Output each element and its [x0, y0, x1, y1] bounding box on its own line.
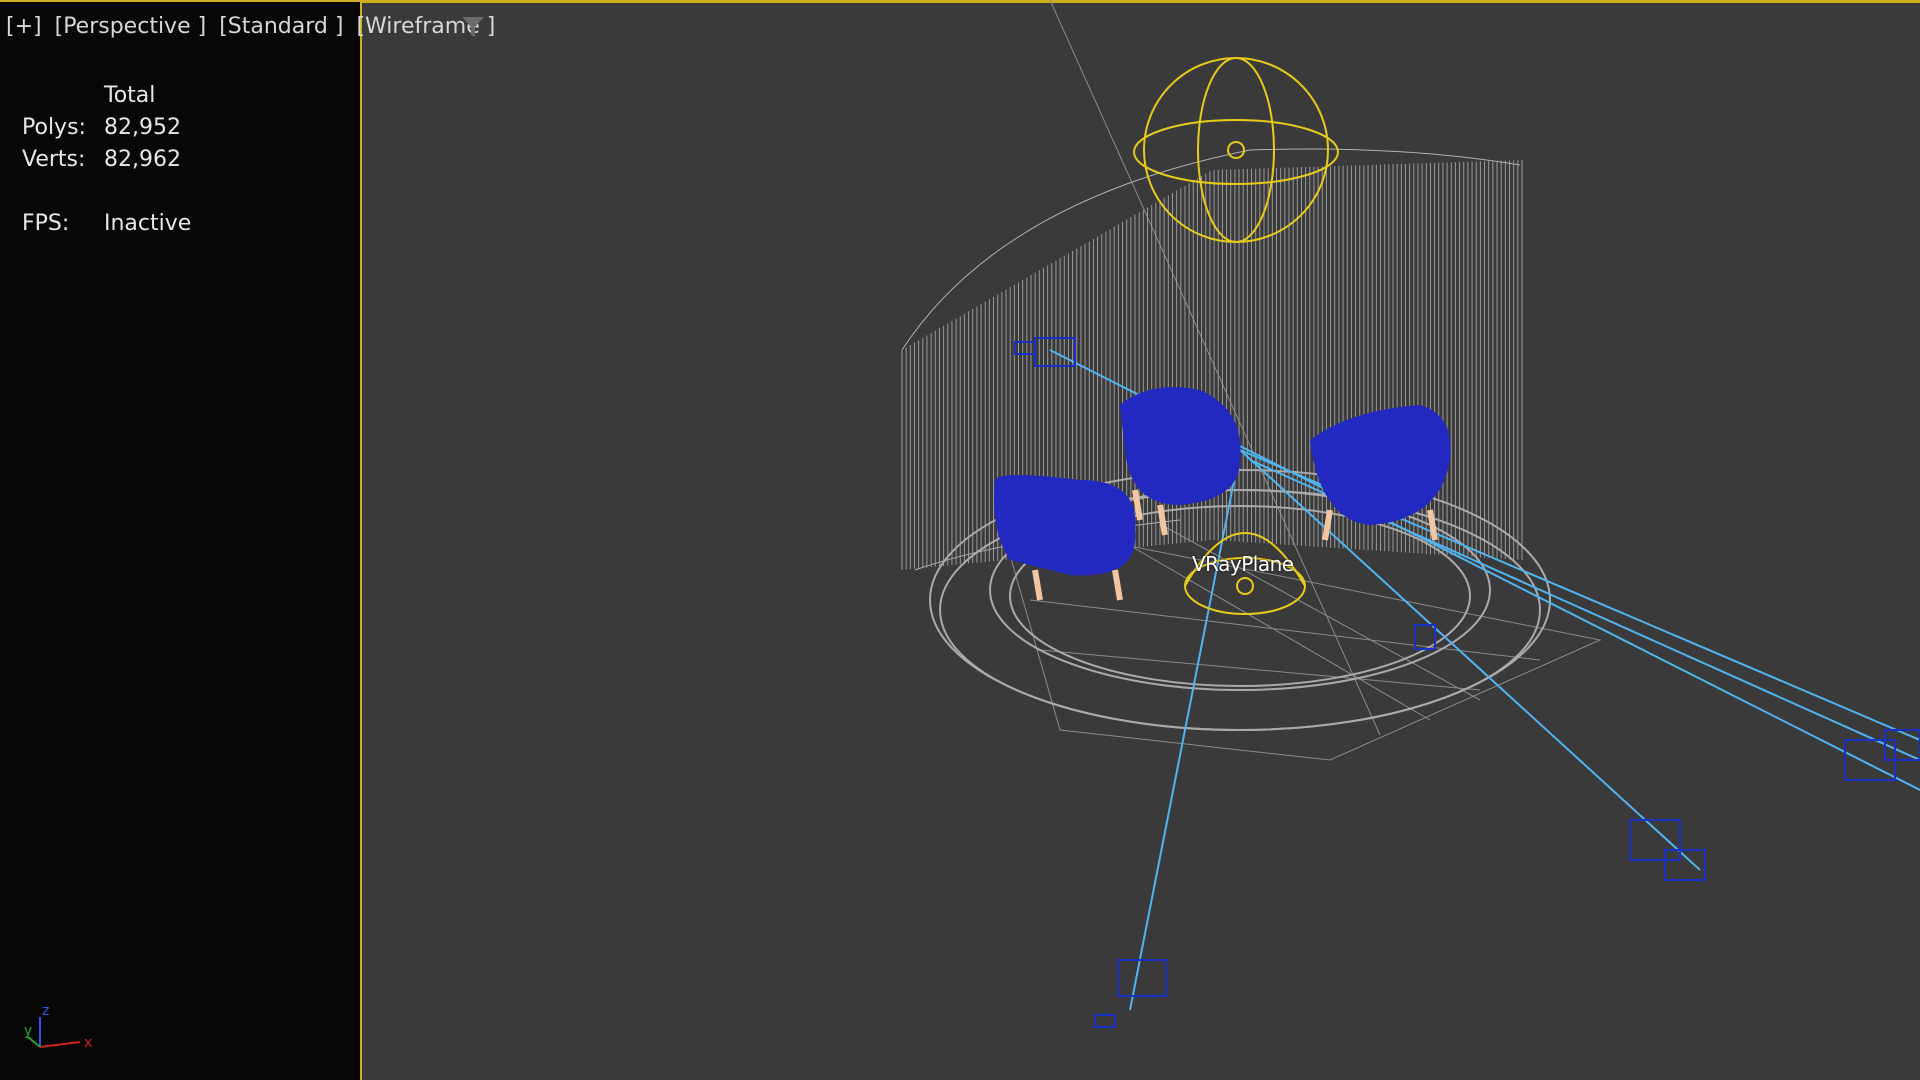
viewport-menu-labels: [+] [Perspective ] [Standard ] [Wirefram…: [6, 12, 501, 42]
viewport-plus-menu[interactable]: [+]: [6, 14, 42, 39]
armchair-left[interactable]: [994, 475, 1136, 601]
viewport-pov-menu[interactable]: [Perspective ]: [55, 14, 207, 39]
filter-funnel-icon[interactable]: [460, 14, 486, 40]
scene-wireframe: [901, 0, 1920, 1028]
armchair-right[interactable]: [1310, 405, 1451, 541]
camera-bottom[interactable]: [1094, 959, 1167, 1028]
camera-top-left[interactable]: [1014, 337, 1076, 367]
vray-plane-label: VRayPlane: [1192, 552, 1294, 576]
viewport-shading-standard-menu[interactable]: [Standard ]: [219, 14, 343, 39]
camera-mid-right[interactable]: [1629, 819, 1706, 881]
